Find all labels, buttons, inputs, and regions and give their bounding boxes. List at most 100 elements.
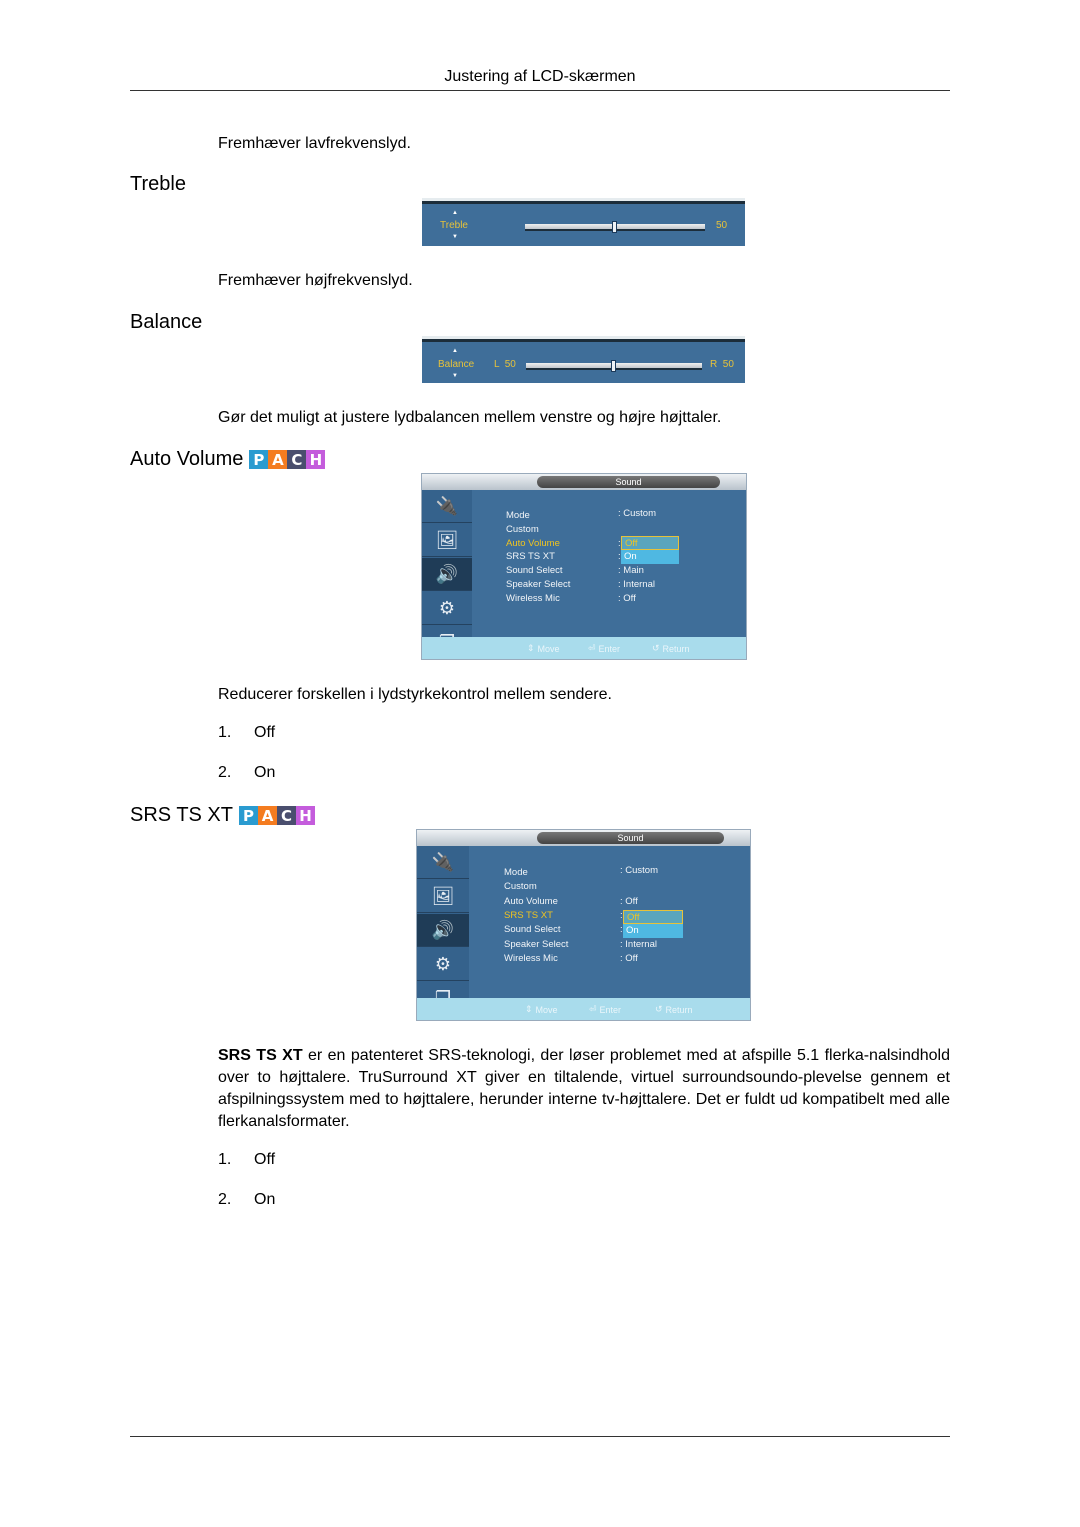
enter-icon: ⏎ xyxy=(589,1004,597,1014)
osd-title: Sound xyxy=(537,476,720,488)
setup-gear-icon[interactable]: ⚙ xyxy=(417,948,469,981)
osd-row-label[interactable]: SRS TS XT xyxy=(506,551,555,562)
auto-volume-dropdown[interactable]: Off On xyxy=(621,536,679,564)
osd-row-value: : Custom xyxy=(618,508,657,519)
srs-description-text: er en patenteret SRS-teknologi, der løse… xyxy=(218,1047,951,1130)
footer-divider xyxy=(130,1436,950,1437)
osd-row-label[interactable]: Sound Select xyxy=(504,924,561,935)
pach-badge: P A C H xyxy=(249,450,326,469)
srs-option-1: 1. Off xyxy=(218,1151,275,1169)
osd-title: Sound xyxy=(537,832,724,844)
move-hint-text: Move xyxy=(537,643,560,654)
input-icon[interactable]: 🔌 xyxy=(417,846,469,879)
osd-row-value: : Off xyxy=(618,592,636,604)
setup-gear-icon[interactable]: ⚙ xyxy=(422,592,472,625)
osd-sidebar: 🔌 🖼 🔊 ⚙ ❐ xyxy=(422,490,472,659)
pach-letter-c: C xyxy=(277,806,296,825)
return-icon: ↺ xyxy=(655,1004,663,1014)
move-hint: ⇕ Move xyxy=(527,643,560,654)
auto-volume-option-1: 1. Off xyxy=(218,724,275,742)
header-divider xyxy=(130,90,950,91)
treble-slider-thumb[interactable] xyxy=(612,221,617,233)
srs-heading: SRS TS XT P A C H xyxy=(130,804,315,827)
srs-description: SRS TS XT er en patenteret SRS-teknologi… xyxy=(218,1045,950,1133)
balance-slider-track[interactable] xyxy=(526,360,702,372)
down-arrow-icon: ▼ xyxy=(452,234,458,240)
dropdown-option-on[interactable]: On xyxy=(621,550,679,564)
up-arrow-icon: ▲ xyxy=(452,210,458,216)
osd-row-value: : Main xyxy=(618,565,644,577)
srs-heading-text: SRS TS XT xyxy=(130,804,233,826)
enter-hint: ⏎ Enter xyxy=(588,643,620,654)
enter-hint-text: Enter xyxy=(598,643,621,654)
osd-row-label[interactable]: Speaker Select xyxy=(506,579,570,590)
dropdown-option-off[interactable]: Off xyxy=(623,910,683,924)
move-hint-text: Move xyxy=(535,1004,558,1015)
list-label: On xyxy=(254,764,276,781)
treble-osd-slider: ▲ Treble ▼ 50 xyxy=(422,201,745,246)
balance-osd-slider: ▲ Balance ▼ L 50 R 50 xyxy=(422,339,745,383)
osd-row-value: : Internal xyxy=(620,938,657,950)
treble-description: Fremhæver højfrekvenslyd. xyxy=(218,272,413,289)
list-label: Off xyxy=(254,1151,276,1168)
osd-row-label[interactable]: Auto Volume xyxy=(504,896,558,907)
srs-option-2: 2. On xyxy=(218,1191,275,1209)
enter-hint: ⏎ Enter xyxy=(589,1004,621,1015)
balance-right-value: R 50 xyxy=(710,359,734,370)
up-arrow-icon: ▲ xyxy=(452,348,458,354)
osd-row-label[interactable]: SRS TS XT xyxy=(504,910,553,921)
input-icon[interactable]: 🔌 xyxy=(422,490,472,523)
return-icon: ↺ xyxy=(652,643,660,653)
osd-hint-bar xyxy=(417,998,750,1020)
pach-letter-p: P xyxy=(249,450,269,469)
picture-icon[interactable]: 🖼 xyxy=(417,880,469,913)
balance-osd-label: Balance xyxy=(438,359,475,370)
return-hint: ↺ Return xyxy=(655,1004,693,1015)
move-arrows-icon: ⇕ xyxy=(527,643,535,653)
dropdown-option-off[interactable]: Off xyxy=(621,536,679,550)
pach-letter-h: H xyxy=(306,450,326,469)
pach-letter-a: A xyxy=(258,806,277,825)
balance-slider-thumb[interactable] xyxy=(611,360,616,372)
sound-icon[interactable]: 🔊 xyxy=(422,558,472,591)
auto-volume-heading-text: Auto Volume xyxy=(130,448,244,470)
enter-icon: ⏎ xyxy=(588,643,596,653)
osd-row-label[interactable]: Custom xyxy=(506,524,539,535)
osd-row-label[interactable]: Mode xyxy=(504,867,528,878)
osd-row-label[interactable]: Custom xyxy=(504,881,537,892)
osd-row-label[interactable]: Wireless Mic xyxy=(506,593,560,604)
dropdown-option-on[interactable]: On xyxy=(623,924,683,938)
picture-icon[interactable]: 🖼 xyxy=(422,524,472,557)
osd-row-label[interactable]: Sound Select xyxy=(506,565,563,576)
auto-volume-heading: Auto Volume P A C H xyxy=(130,448,326,471)
move-hint: ⇕ Move xyxy=(525,1004,558,1015)
osd-row-label[interactable]: Mode xyxy=(506,510,530,521)
treble-osd-label: Treble xyxy=(440,220,468,231)
balance-description: Gør det muligt at justere lydbalancen me… xyxy=(218,409,722,426)
srs-description-bold: SRS TS XT xyxy=(218,1047,303,1064)
list-number: 2. xyxy=(218,764,232,781)
osd-row-label[interactable]: Speaker Select xyxy=(504,939,568,950)
osd-sidebar: 🔌 🖼 🔊 ⚙ ❐ xyxy=(417,846,469,1020)
pach-letter-h: H xyxy=(296,806,315,825)
srs-osd-menu: Sound 🔌 🖼 🔊 ⚙ ❐ Mode: Custom Custom Auto V… xyxy=(416,829,751,1021)
osd-row-value: : Off xyxy=(620,952,638,964)
down-arrow-icon: ▼ xyxy=(452,373,458,379)
auto-volume-option-2: 2. On xyxy=(218,764,275,782)
srs-dropdown[interactable]: Off On xyxy=(623,910,683,938)
treble-slider-track[interactable] xyxy=(525,221,705,233)
return-hint: ↺ Return xyxy=(652,643,690,654)
treble-heading-text: Treble xyxy=(130,173,186,195)
balance-heading-text: Balance xyxy=(130,311,203,333)
osd-row-label[interactable]: Wireless Mic xyxy=(504,953,558,964)
auto-volume-description: Reducerer forskellen i lydstyrkekontrol … xyxy=(218,686,612,703)
balance-left-value: L 50 xyxy=(494,359,516,370)
treble-osd-value: 50 xyxy=(716,220,728,231)
osd-row-label[interactable]: Auto Volume xyxy=(506,538,560,549)
return-hint-text: Return xyxy=(662,643,690,654)
list-label: Off xyxy=(254,724,276,741)
bass-description: Fremhæver lavfrekvenslyd. xyxy=(218,135,411,152)
balance-heading: Balance xyxy=(130,311,202,334)
list-number: 2. xyxy=(218,1191,232,1208)
sound-icon[interactable]: 🔊 xyxy=(417,914,469,947)
